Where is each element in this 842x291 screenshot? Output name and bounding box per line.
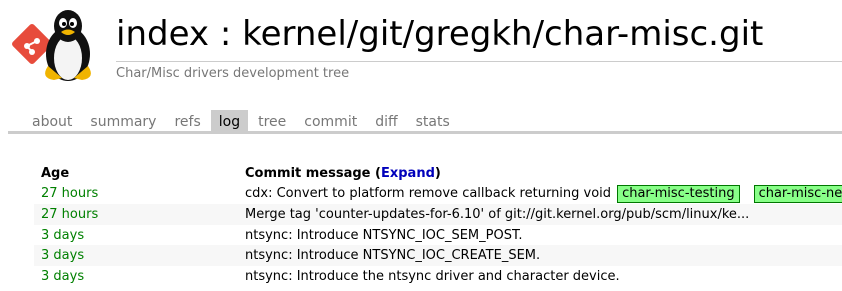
tab-summary[interactable]: summary	[82, 110, 164, 131]
commit-message-cell: Merge tag 'counter-updates-for-6.10' of …	[244, 207, 842, 222]
table-row: 3 days ntsync: Introduce the ntsync drive…	[34, 266, 842, 287]
message-column-header: Commit message (Expand)	[244, 166, 842, 181]
commit-message-link[interactable]: ntsync: Introduce NTSYNC_IOC_SEM_POST.	[245, 228, 523, 243]
commit-age[interactable]: 3 days	[34, 269, 244, 284]
table-header-row: Age Commit message (Expand)	[34, 163, 842, 184]
commit-log-table: Age Commit message (Expand) 27 hours cdx:…	[34, 163, 842, 287]
commit-message-cell: ntsync: Introduce NTSYNC_IOC_CREATE_SEM.	[244, 248, 842, 263]
commit-message-cell: ntsync: Introduce NTSYNC_IOC_SEM_POST.	[244, 228, 842, 243]
expand-link[interactable]: Expand	[381, 166, 435, 181]
age-column-header: Age	[41, 165, 70, 181]
tab-bar: about summary refs log tree commit diff stats	[8, 110, 842, 134]
commit-age[interactable]: 27 hours	[34, 207, 244, 222]
commit-age[interactable]: 3 days	[34, 228, 244, 243]
commit-message-cell: cdx: Convert to platform remove callback…	[244, 184, 842, 203]
message-header-label: Commit message (	[245, 165, 381, 181]
tab-log[interactable]: log	[210, 110, 249, 131]
repo-description: Char/Misc drivers development tree	[116, 66, 350, 81]
table-row: 27 hours cdx: Convert to platform remove …	[34, 184, 842, 205]
commit-message-link[interactable]: ntsync: Introduce NTSYNC_IOC_CREATE_SEM.	[245, 248, 540, 263]
commit-age[interactable]: 27 hours	[34, 186, 244, 201]
cgit-logo[interactable]	[10, 8, 106, 82]
commit-message-cell: ntsync: Introduce the ntsync driver and …	[244, 269, 842, 284]
branch-decoration[interactable]: char-misc-next	[753, 184, 842, 203]
table-row: 27 hours Merge tag 'counter-updates-for-6…	[34, 204, 842, 225]
tab-tree[interactable]: tree	[250, 110, 294, 131]
table-row: 3 days ntsync: Introduce NTSYNC_IOC_CREAT…	[34, 245, 842, 266]
table-row: 3 days ntsync: Introduce NTSYNC_IOC_SEM_P…	[34, 225, 842, 246]
commit-message-link[interactable]: Merge tag 'counter-updates-for-6.10' of …	[245, 207, 749, 222]
tab-refs[interactable]: refs	[166, 110, 208, 131]
tab-commit[interactable]: commit	[296, 110, 365, 131]
commit-message-link[interactable]: ntsync: Introduce the ntsync driver and …	[245, 269, 620, 284]
commit-age[interactable]: 3 days	[34, 248, 244, 263]
title-divider	[116, 61, 842, 62]
tux-git-logo-icon	[12, 10, 91, 81]
page-title[interactable]: index : kernel/git/gregkh/char-misc.git	[116, 11, 763, 57]
message-header-close: )	[434, 165, 441, 181]
tab-diff[interactable]: diff	[367, 110, 405, 131]
commit-message-link[interactable]: cdx: Convert to platform remove callback…	[245, 186, 611, 201]
tab-about[interactable]: about	[8, 110, 80, 131]
branch-decoration[interactable]: char-misc-testing	[617, 184, 740, 203]
tab-stats[interactable]: stats	[408, 110, 458, 131]
